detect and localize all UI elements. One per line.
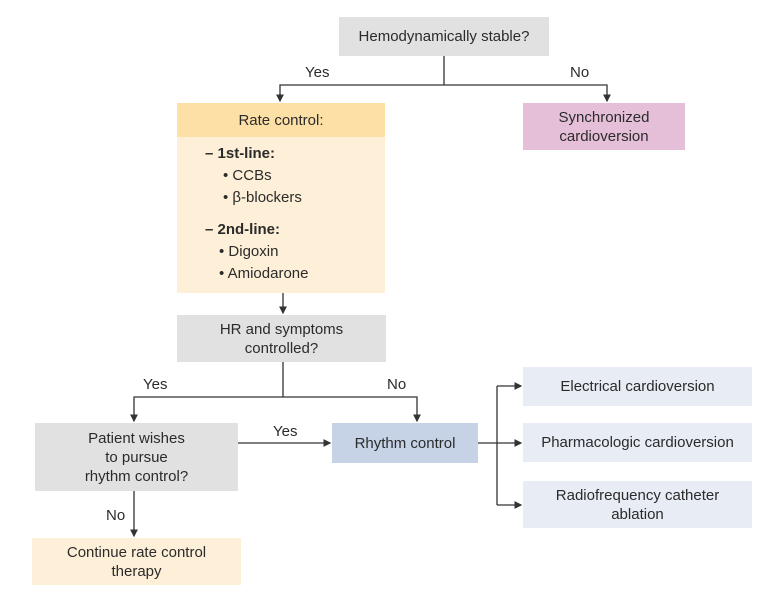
list-item: • Amiodarone [219,265,309,282]
edge-label-no: No [106,507,126,524]
list-item: • β-blockers [223,189,302,206]
first-line-label: – 1st-line: [205,145,276,162]
node-rhythm-control: Rhythm control [332,423,478,463]
edge-label-no: No [387,376,407,393]
node-label: Rhythm control [354,434,456,452]
edge-hr-yes [130,396,283,423]
node-label: Hemodynamically stable? [358,28,530,45]
node-label: Electrical cardioversion [560,378,715,395]
edge-label-yes: Yes [273,423,298,440]
node-hemodynamically-stable: Hemodynamically stable? [339,17,549,56]
node-label: Patient wishes to pursue rhythm control? [84,429,189,485]
node-label: Pharmacologic cardioversion [541,434,734,451]
node-label: Synchronized cardioversion [558,108,650,145]
node-label: Rate control: [238,111,324,129]
node-rate-control-header: Rate control: [177,103,385,137]
list-item: • Digoxin [219,243,279,260]
node-electrical-cardioversion: Electrical cardioversion [523,367,752,406]
edge-label-no: No [570,64,590,81]
node-label: Radiofrequency catheter ablation [555,486,720,523]
list-item: • CCBs [223,167,272,184]
node-label: HR and symptoms controlled? [219,320,344,357]
edge-label-yes: Yes [143,376,168,393]
second-line-label: – 2nd-line: [205,221,281,238]
edge-hr-no [283,396,421,423]
node-label: Continue rate control therapy [66,543,207,580]
edge-stable-no [444,84,611,103]
node-pharmacologic-cardioversion: Pharmacologic cardioversion [523,423,752,462]
node-patient-wishes-rhythm-control: Patient wishes to pursue rhythm control? [35,423,238,491]
rate-control-drug-list: – 1st-line: • CCBs • β-blockers – 2nd-li… [205,143,308,285]
node-synchronized-cardioversion: Synchronized cardioversion [523,103,685,150]
node-hr-symptoms-controlled: HR and symptoms controlled? [177,315,386,362]
edge-label-yes: Yes [305,64,330,81]
node-radiofrequency-ablation: Radiofrequency catheter ablation [523,481,752,528]
node-continue-rate-control: Continue rate control therapy [32,538,241,585]
edge-stable-yes [276,84,444,103]
